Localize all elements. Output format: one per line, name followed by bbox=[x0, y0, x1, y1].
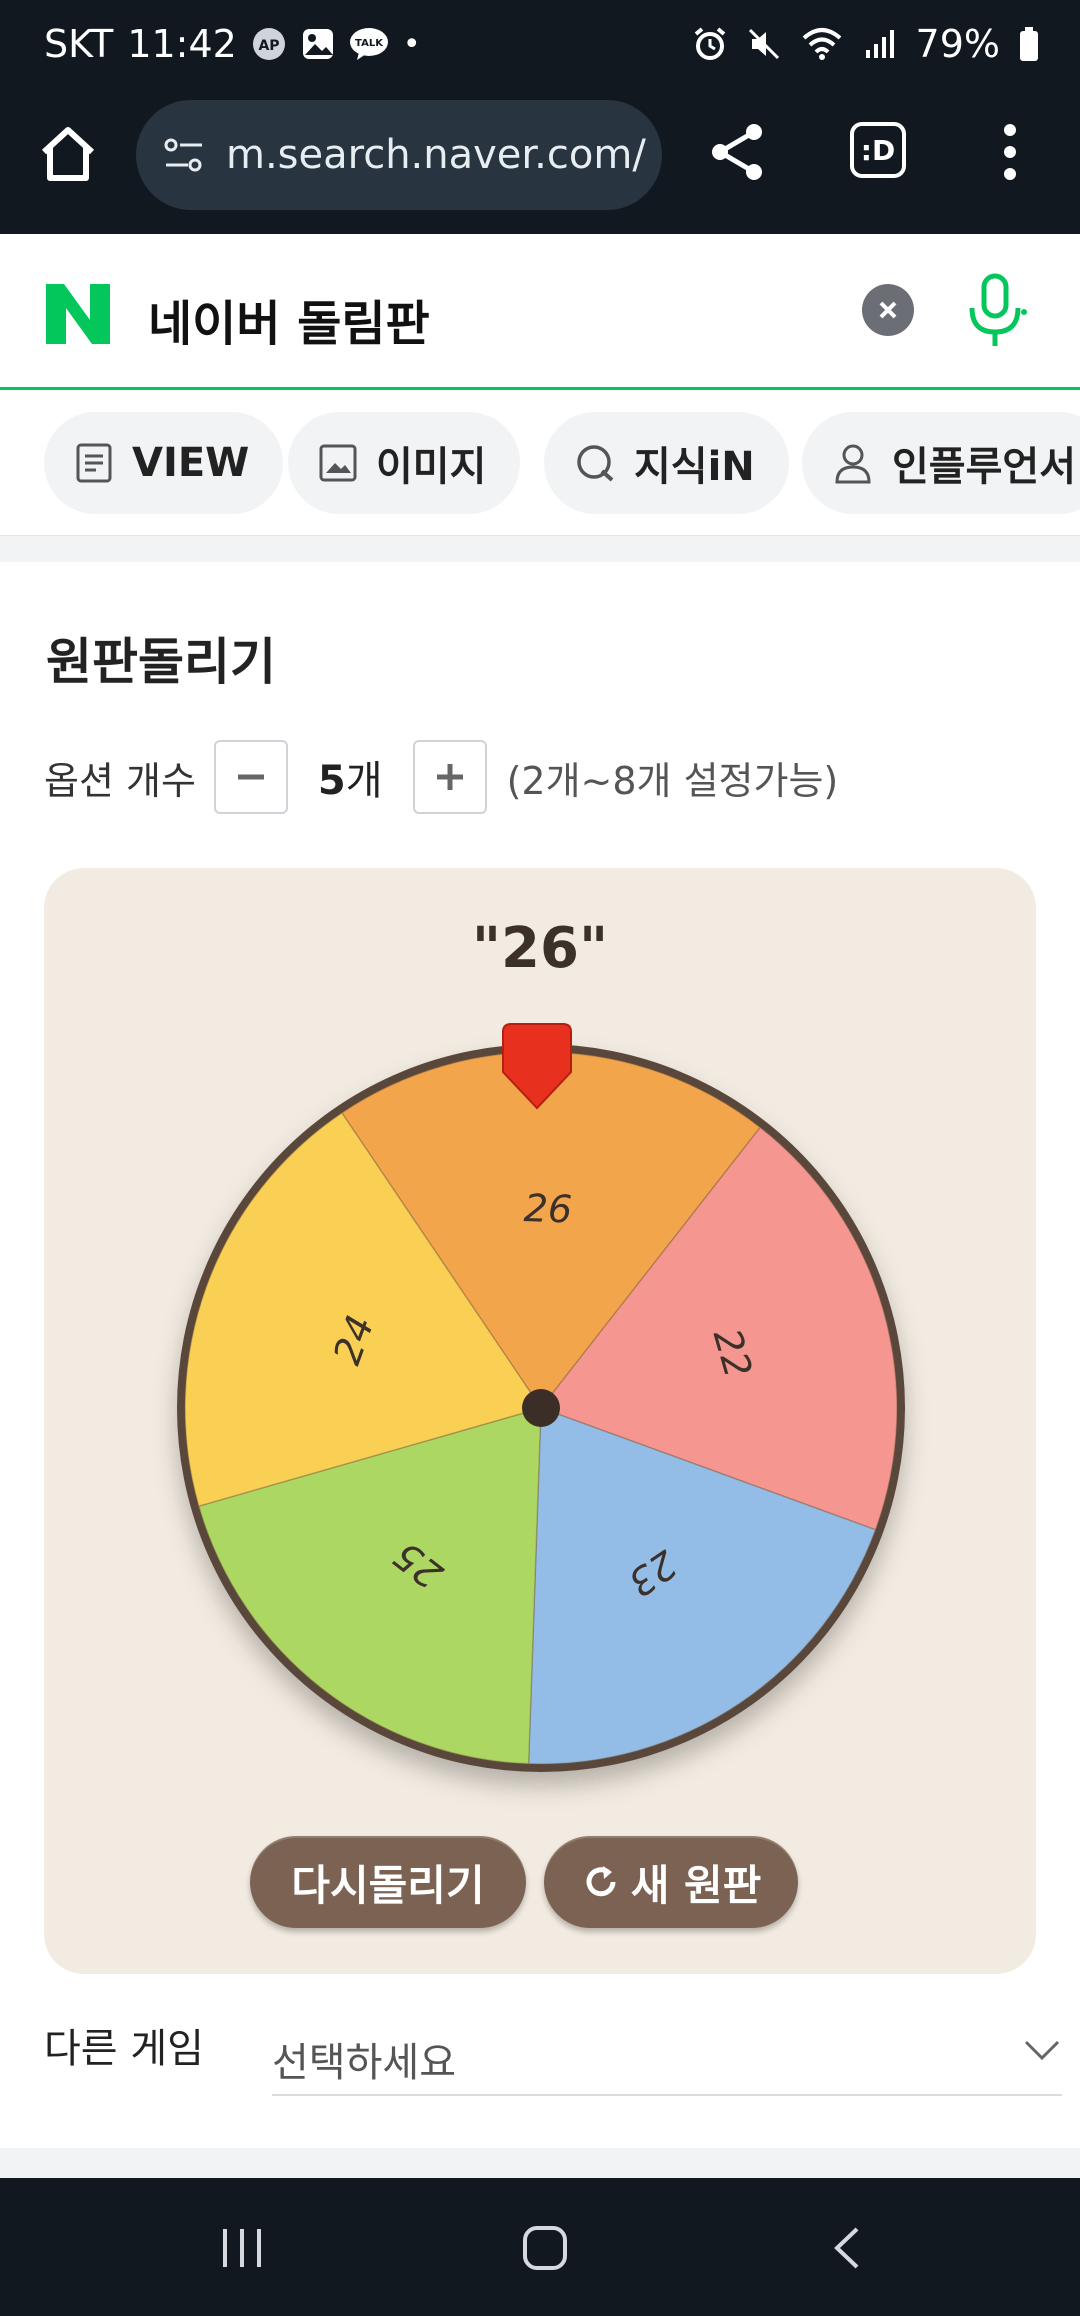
tab-label: 인플루언서 bbox=[892, 444, 1076, 490]
roulette-section: 원판돌리기 옵션 개수 5개 (2개~8개 설정가능) "26" 26 22 23 2… bbox=[0, 562, 1080, 2148]
clear-search-button[interactable] bbox=[862, 284, 914, 336]
alarm-icon bbox=[692, 26, 728, 62]
section-title: 원판돌리기 bbox=[46, 633, 276, 691]
microphone-icon bbox=[969, 273, 1027, 346]
tab-label: 이미지 bbox=[376, 444, 487, 490]
browser-toolbar: m.search.naver.com/ :D bbox=[0, 92, 1080, 234]
tab-switcher-button[interactable]: :D bbox=[850, 122, 906, 178]
wheel-card: "26" 26 22 23 25 24 다시돌리기 새 원판 bbox=[44, 868, 1036, 1974]
new-wheel-button[interactable]: 새 원판 bbox=[544, 1836, 798, 1928]
game-select-value: 선택하세요 bbox=[272, 2040, 456, 2086]
carrier: SKT bbox=[44, 22, 114, 66]
refresh-icon bbox=[586, 1866, 616, 1897]
spin-again-label: 다시돌리기 bbox=[291, 1860, 485, 1910]
system-navigation-bar bbox=[0, 2178, 1080, 2316]
range-note: (2개~8개 설정가능) bbox=[506, 758, 839, 803]
wheel-hub bbox=[522, 1389, 560, 1427]
option-count-row: 옵션 개수 5개 (2개~8개 설정가능) bbox=[44, 740, 838, 814]
person-icon bbox=[835, 444, 871, 484]
more-options-button[interactable] bbox=[990, 116, 1030, 188]
new-wheel-label: 새 원판 bbox=[630, 1860, 762, 1910]
back-button[interactable] bbox=[808, 2208, 888, 2288]
q-icon bbox=[577, 445, 614, 482]
close-icon bbox=[879, 301, 897, 319]
chevron-down-icon bbox=[1024, 2040, 1060, 2061]
share-button[interactable] bbox=[706, 120, 770, 184]
share-icon bbox=[712, 124, 762, 180]
tab-kin[interactable]: 지식iN bbox=[544, 412, 789, 514]
address-bar[interactable]: m.search.naver.com/ bbox=[136, 100, 662, 210]
talk-notification-icon: TALK bbox=[349, 26, 389, 62]
wheel-segment-label: 26 bbox=[523, 1186, 573, 1232]
image-icon bbox=[319, 444, 357, 482]
tab-label: VIEW bbox=[132, 440, 250, 486]
plus-icon bbox=[436, 764, 463, 790]
tab-influencer[interactable]: 인플루언서 bbox=[802, 412, 1080, 514]
site-settings-icon[interactable] bbox=[162, 135, 206, 175]
other-game-label: 다른 게임 bbox=[44, 2026, 204, 2072]
signal-icon bbox=[862, 26, 898, 62]
tab-label: 지식iN bbox=[634, 444, 755, 490]
increase-button[interactable] bbox=[412, 740, 487, 814]
kebab-menu-icon bbox=[1004, 124, 1016, 180]
option-count-value: 5개 bbox=[317, 758, 383, 804]
home-nav-button[interactable] bbox=[505, 2208, 585, 2288]
roulette-wheel[interactable]: 2622232524 bbox=[44, 868, 1036, 1868]
search-tabs: VIEW 이미지 지식iN 인플루언서 bbox=[0, 390, 1080, 536]
home-square-icon bbox=[523, 2226, 567, 2270]
wifi-icon bbox=[800, 26, 844, 62]
decrease-button[interactable] bbox=[213, 740, 288, 814]
svg-text:AP: AP bbox=[258, 38, 279, 54]
voice-search-button[interactable] bbox=[960, 272, 1030, 352]
clock: 11:42 bbox=[127, 22, 237, 66]
mute-icon bbox=[746, 26, 782, 62]
game-select[interactable]: 선택하세요 bbox=[272, 2002, 1062, 2096]
search-query[interactable]: 네이버 돌림판 bbox=[148, 284, 430, 354]
tab-images[interactable]: 이미지 bbox=[288, 412, 521, 514]
document-icon bbox=[76, 443, 112, 483]
recents-icon bbox=[223, 2229, 261, 2267]
home-button[interactable] bbox=[36, 122, 100, 186]
home-icon bbox=[41, 127, 95, 181]
minus-icon bbox=[237, 774, 264, 780]
url-text: m.search.naver.com/ bbox=[226, 132, 646, 178]
option-count-label: 옵션 개수 bbox=[44, 758, 196, 803]
gallery-notification-icon bbox=[301, 27, 335, 61]
battery-icon bbox=[1018, 26, 1040, 62]
recent-apps-button[interactable] bbox=[202, 2208, 282, 2288]
battery-percent: 79% bbox=[915, 22, 1000, 66]
back-chevron-icon bbox=[834, 2227, 859, 2269]
notification-app-icon: AP bbox=[251, 26, 287, 62]
status-bar: SKT 11:42 AP TALK • 79% bbox=[0, 0, 1080, 92]
spin-again-button[interactable]: 다시돌리기 bbox=[250, 1836, 526, 1928]
other-game-row: 다른 게임 선택하세요 bbox=[44, 2002, 1064, 2102]
more-notifications-dot: • bbox=[402, 26, 421, 62]
svg-text:TALK: TALK bbox=[355, 38, 384, 49]
naver-logo[interactable] bbox=[42, 282, 114, 346]
tab-view[interactable]: VIEW bbox=[44, 412, 284, 514]
search-header: 네이버 돌림판 bbox=[0, 234, 1080, 390]
